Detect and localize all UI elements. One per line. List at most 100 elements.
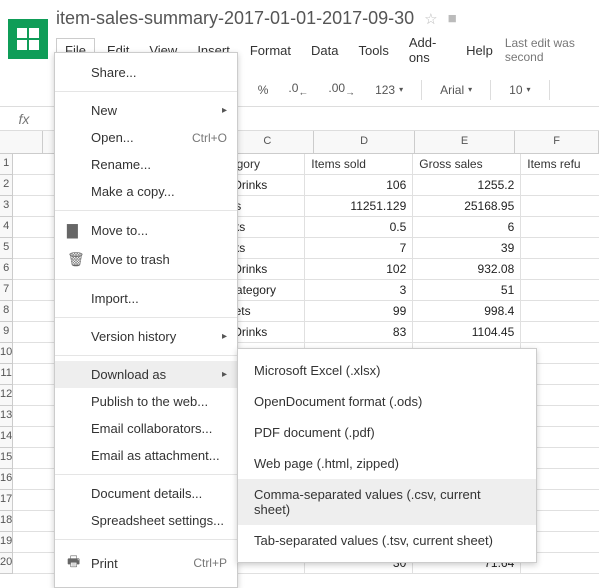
submenu-item-pdf[interactable]: PDF document (.pdf) xyxy=(238,417,536,448)
menu-item-new[interactable]: New▸ xyxy=(55,97,237,124)
row-header[interactable]: 14 xyxy=(0,427,12,448)
menu-item-import[interactable]: Import... xyxy=(55,285,237,312)
menu-format[interactable]: Format xyxy=(242,39,299,62)
number-format-select[interactable]: 123▾ xyxy=(369,81,409,99)
submenu-arrow-icon: ▸ xyxy=(222,369,227,380)
percent-button[interactable]: % xyxy=(252,81,275,99)
cell[interactable] xyxy=(521,259,599,279)
submenu-item-html[interactable]: Web page (.html, zipped) xyxy=(238,448,536,479)
col-header-e[interactable]: E xyxy=(415,131,515,153)
chevron-down-icon: ▾ xyxy=(468,85,472,94)
col-header-d[interactable]: D xyxy=(314,131,414,153)
row-header[interactable]: 7 xyxy=(0,280,12,301)
submenu-item-tsv[interactable]: Tab-separated values (.tsv, current shee… xyxy=(238,525,536,556)
menu-item-rename[interactable]: Rename... xyxy=(55,151,237,178)
col-header-f[interactable]: F xyxy=(515,131,599,153)
cell[interactable]: 25168.95 xyxy=(413,196,521,216)
cell[interactable] xyxy=(521,196,599,216)
cell[interactable]: 102 xyxy=(305,259,413,279)
menu-item-spreadsheet-settings[interactable]: Spreadsheet settings... xyxy=(55,507,237,534)
row-header[interactable]: 17 xyxy=(0,490,12,511)
menu-addons[interactable]: Add-ons xyxy=(401,31,454,69)
cell[interactable]: 932.08 xyxy=(413,259,521,279)
cell[interactable] xyxy=(521,301,599,321)
menu-tools[interactable]: Tools xyxy=(350,39,396,62)
menu-item-move-to[interactable]: ▇Move to... xyxy=(55,216,237,245)
row-header[interactable]: 2 xyxy=(0,175,12,196)
row-header[interactable]: 12 xyxy=(0,385,12,406)
menu-item-email-attachment[interactable]: Email as attachment... xyxy=(55,442,237,469)
row-header[interactable]: 18 xyxy=(0,511,12,532)
menu-item-share[interactable]: Share... xyxy=(55,59,237,86)
cell[interactable]: 51 xyxy=(413,280,521,300)
menu-item-version-history[interactable]: Version history▸ xyxy=(55,323,237,350)
cell[interactable]: 83 xyxy=(305,322,413,342)
chevron-down-icon: ▾ xyxy=(527,85,531,94)
file-menu-dropdown: Share... New▸ Open...Ctrl+O Rename... Ma… xyxy=(54,52,238,588)
cell[interactable]: 7 xyxy=(305,238,413,258)
row-header[interactable]: 20 xyxy=(0,553,12,574)
cell[interactable]: 39 xyxy=(413,238,521,258)
cell[interactable] xyxy=(521,175,599,195)
menu-item-download-as[interactable]: Download as▸ xyxy=(55,361,237,388)
submenu-arrow-icon: ▸ xyxy=(222,105,227,116)
folder-icon: ▇ xyxy=(67,222,91,239)
fx-label: fx xyxy=(0,111,48,127)
row-header[interactable]: 13 xyxy=(0,406,12,427)
row-header[interactable]: 9 xyxy=(0,322,12,343)
cell[interactable]: Items sold xyxy=(305,154,413,174)
cell[interactable]: 1104.45 xyxy=(413,322,521,342)
submenu-item-csv[interactable]: Comma-separated values (.csv, current sh… xyxy=(238,479,536,525)
row-header[interactable]: 5 xyxy=(0,238,12,259)
folder-icon[interactable]: ■ xyxy=(448,10,457,27)
menu-item-open[interactable]: Open...Ctrl+O xyxy=(55,124,237,151)
cell[interactable] xyxy=(521,280,599,300)
cell[interactable] xyxy=(521,238,599,258)
select-all-corner[interactable] xyxy=(0,131,43,153)
row-header[interactable]: 19 xyxy=(0,532,12,553)
cell[interactable]: 0.5 xyxy=(305,217,413,237)
sheets-logo xyxy=(8,19,48,59)
menu-item-move-to-trash[interactable]: 🗑Move to trash xyxy=(55,245,237,274)
cell[interactable]: 998.4 xyxy=(413,301,521,321)
row-header[interactable]: 6 xyxy=(0,259,12,280)
cell[interactable] xyxy=(521,322,599,342)
row-header[interactable]: 15 xyxy=(0,448,12,469)
menu-item-document-details[interactable]: Document details... xyxy=(55,480,237,507)
download-as-submenu: Microsoft Excel (.xlsx) OpenDocument for… xyxy=(237,348,537,563)
cell[interactable]: 1255.2 xyxy=(413,175,521,195)
row-header[interactable]: 3 xyxy=(0,196,12,217)
cell[interactable]: Gross sales xyxy=(413,154,521,174)
print-icon: 🖶 xyxy=(67,551,91,575)
chevron-down-icon: ▾ xyxy=(399,85,403,94)
row-header[interactable]: 8 xyxy=(0,301,12,322)
submenu-item-ods[interactable]: OpenDocument format (.ods) xyxy=(238,386,536,417)
row-header[interactable]: 11 xyxy=(0,364,12,385)
row-header[interactable]: 1 xyxy=(0,154,12,175)
menu-item-print[interactable]: 🖶PrintCtrl+P xyxy=(55,545,237,581)
cell[interactable]: 106 xyxy=(305,175,413,195)
increase-decimal-button[interactable]: .00→ xyxy=(322,79,361,100)
font-select[interactable]: Arial▾ xyxy=(434,81,478,99)
submenu-arrow-icon: ▸ xyxy=(222,331,227,342)
cell[interactable]: Items refu xyxy=(521,154,599,174)
cell[interactable]: 99 xyxy=(305,301,413,321)
row-header[interactable]: 4 xyxy=(0,217,12,238)
menu-item-publish[interactable]: Publish to the web... xyxy=(55,388,237,415)
menu-item-make-copy[interactable]: Make a copy... xyxy=(55,178,237,205)
last-edit-text[interactable]: Last edit was second xyxy=(505,36,591,64)
cell[interactable]: 11251.129 xyxy=(305,196,413,216)
cell[interactable] xyxy=(521,217,599,237)
row-header[interactable]: 16 xyxy=(0,469,12,490)
row-header[interactable]: 10 xyxy=(0,343,12,364)
star-icon[interactable]: ☆ xyxy=(424,10,437,28)
menu-item-email-collaborators[interactable]: Email collaborators... xyxy=(55,415,237,442)
submenu-item-xlsx[interactable]: Microsoft Excel (.xlsx) xyxy=(238,355,536,386)
menu-help[interactable]: Help xyxy=(458,39,501,62)
document-title[interactable]: item-sales-summary-2017-01-01-2017-09-30 xyxy=(56,8,414,29)
menu-data[interactable]: Data xyxy=(303,39,346,62)
decrease-decimal-button[interactable]: .0← xyxy=(282,79,314,100)
cell[interactable]: 6 xyxy=(413,217,521,237)
cell[interactable]: 3 xyxy=(305,280,413,300)
font-size-select[interactable]: 10▾ xyxy=(503,81,536,99)
